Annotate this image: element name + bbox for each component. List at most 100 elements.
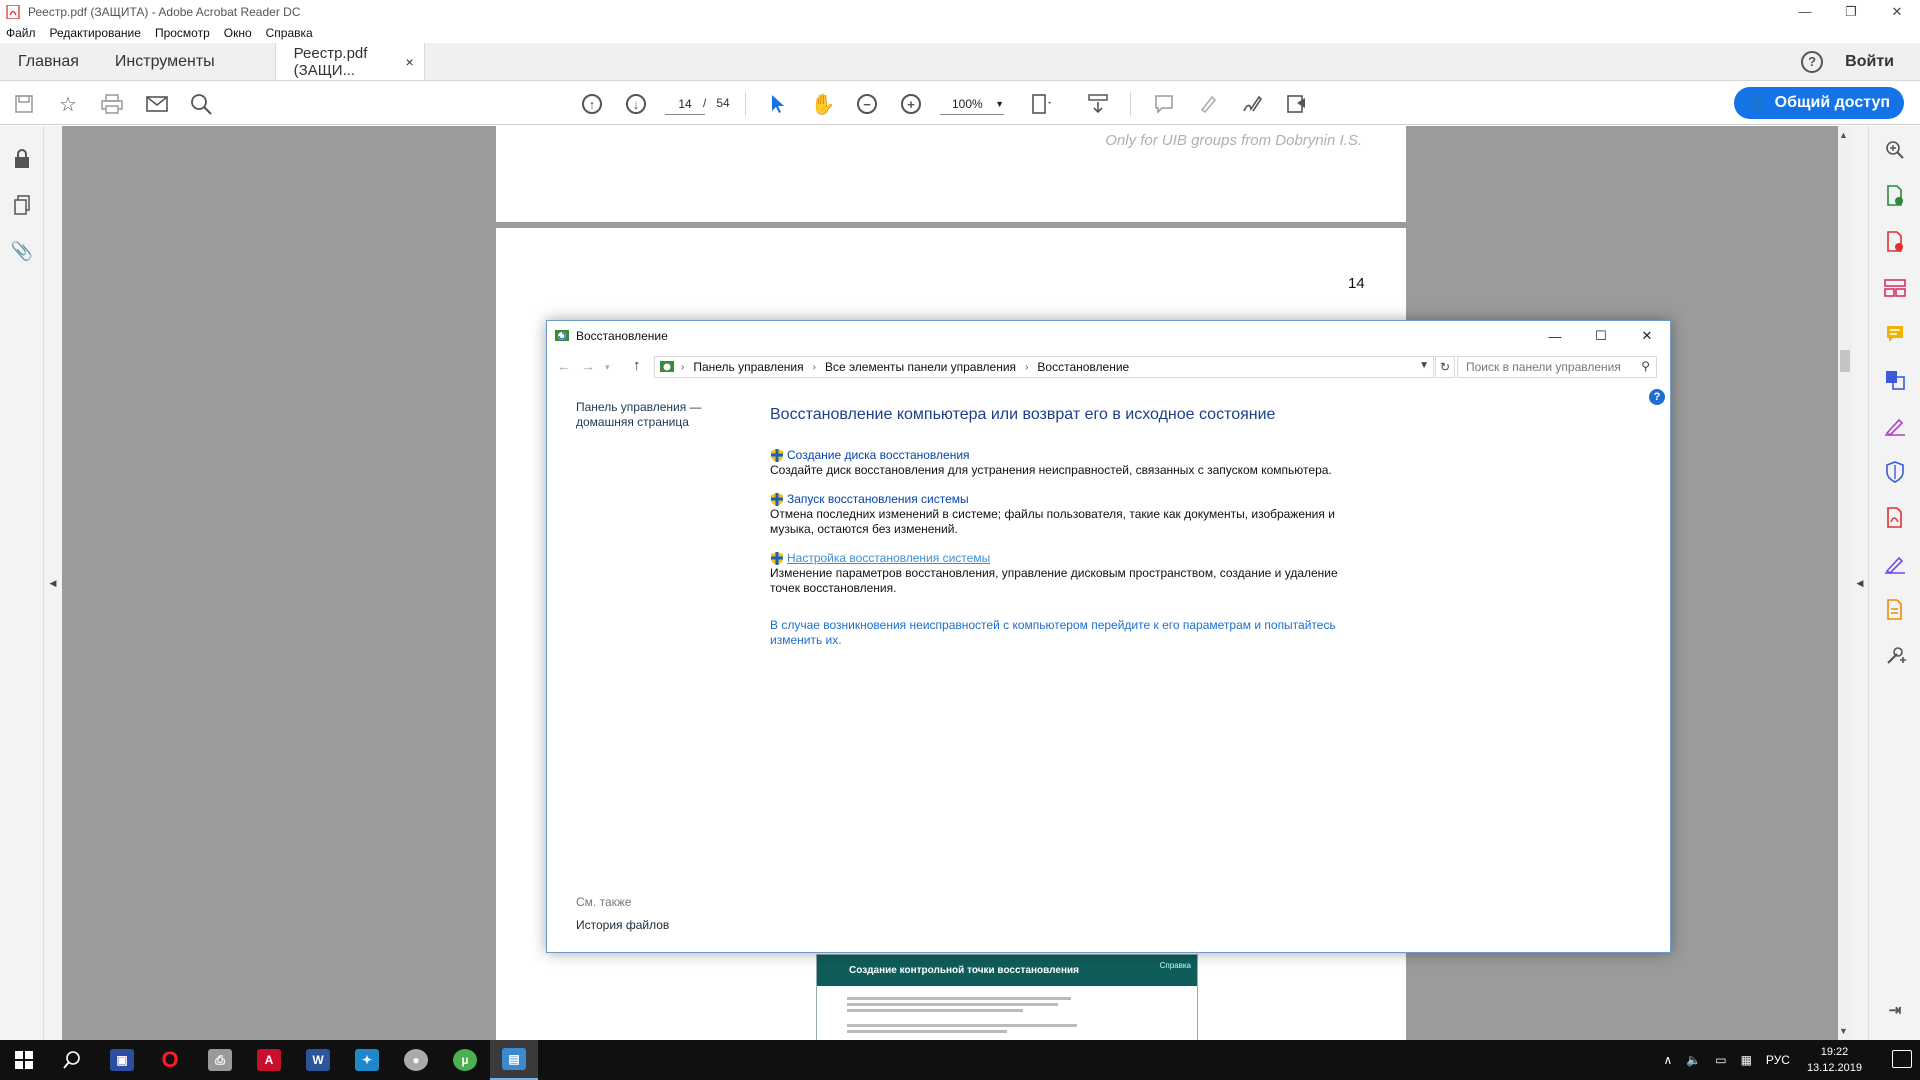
star-icon[interactable]: ☆	[56, 92, 80, 116]
media-app-icon[interactable]: ●	[392, 1040, 440, 1080]
comment-icon[interactable]	[1152, 92, 1176, 116]
network-icon[interactable]: ▦	[1741, 1053, 1752, 1067]
tab-home[interactable]: Главная	[0, 43, 97, 80]
help-icon[interactable]: ?	[1801, 50, 1824, 73]
word-icon[interactable]: W	[294, 1040, 342, 1080]
menu-help[interactable]: Справка	[266, 26, 313, 40]
breadcrumb-control-panel[interactable]: Панель управления	[693, 360, 803, 374]
translate-pdf-icon[interactable]	[1883, 368, 1907, 392]
tab-close-icon[interactable]: ×	[405, 54, 413, 70]
cp-maximize-button[interactable]: ☐	[1578, 321, 1624, 351]
control-panel-taskbar-icon[interactable]: ▤	[490, 1040, 538, 1080]
tab-tools[interactable]: Инструменты	[97, 43, 233, 80]
create-pdf-icon[interactable]	[1883, 230, 1907, 254]
recent-locations-icon[interactable]: ▾	[605, 362, 610, 373]
hand-icon[interactable]: ✋	[811, 92, 836, 116]
select-cursor-icon[interactable]	[766, 92, 790, 116]
signin-button[interactable]: Войти	[1845, 53, 1894, 71]
lock-icon[interactable]	[11, 148, 33, 170]
scroll-mode-icon[interactable]	[1086, 92, 1110, 116]
current-page-input[interactable]: 14	[665, 93, 705, 115]
chevron-down-icon[interactable]: ▼	[1419, 360, 1429, 371]
menu-edit[interactable]: Редактирование	[50, 26, 141, 40]
up-arrow-icon[interactable]: ↑	[633, 357, 641, 374]
scrollbar-thumb[interactable]	[1840, 350, 1850, 372]
breadcrumb-recovery[interactable]: Восстановление	[1037, 360, 1129, 374]
address-bar[interactable]: › Панель управления › Все элементы панел…	[654, 356, 1434, 378]
save-icon[interactable]	[12, 92, 36, 116]
tray-overflow-icon[interactable]: ∧	[1663, 1053, 1672, 1067]
share-button[interactable]: 👤 Общий доступ	[1734, 87, 1904, 119]
fit-page-icon[interactable]	[1030, 92, 1054, 116]
close-button[interactable]: ✕	[1874, 0, 1920, 23]
collapse-left-pane-icon[interactable]: ◀	[44, 126, 62, 1040]
scroll-up-icon[interactable]: ▲	[1839, 130, 1848, 140]
minimize-button[interactable]: —	[1782, 0, 1828, 23]
edit-sign-icon[interactable]	[1883, 552, 1907, 576]
highlight-icon[interactable]	[1196, 92, 1220, 116]
language-indicator[interactable]: РУС	[1766, 1053, 1790, 1067]
acrobat-taskbar-icon[interactable]: A	[245, 1040, 293, 1080]
acrobat-pdf-icon[interactable]	[1883, 506, 1907, 530]
volume-icon[interactable]: 🔈	[1686, 1053, 1701, 1067]
breadcrumb-all-items[interactable]: Все элементы панели управления	[825, 360, 1016, 374]
zoom-value: 100%	[952, 97, 983, 111]
control-panel-icon	[660, 361, 674, 372]
more-tools-add-icon[interactable]	[1883, 644, 1907, 668]
zoom-tool-icon[interactable]	[1883, 138, 1907, 162]
cp-close-button[interactable]: ✕	[1624, 321, 1670, 351]
taskbar-search-icon[interactable]	[48, 1040, 96, 1080]
notifications-icon[interactable]	[1892, 1050, 1912, 1068]
comment-tool-icon[interactable]	[1883, 322, 1907, 346]
zoom-in-icon[interactable]: +	[899, 92, 923, 116]
more-tools-icon[interactable]	[1284, 92, 1308, 116]
forward-arrow-icon[interactable]: →	[581, 358, 595, 374]
back-arrow-icon[interactable]: ←	[557, 358, 571, 374]
cp-minimize-button[interactable]: —	[1532, 321, 1578, 351]
sign-icon[interactable]	[1240, 92, 1264, 116]
page-up-icon[interactable]: ↑	[580, 92, 604, 116]
vertical-scrollbar[interactable]: ▲ ▼	[1838, 126, 1852, 1040]
collapse-right-pane-icon[interactable]: ◀	[1852, 126, 1868, 1040]
printer-app-icon[interactable]: ⎙	[196, 1040, 244, 1080]
print-icon[interactable]	[100, 92, 124, 116]
zoom-out-icon[interactable]: −	[855, 92, 879, 116]
clock-date: 13.12.2019	[1806, 1062, 1862, 1074]
mail-icon[interactable]	[145, 92, 169, 116]
opera-icon[interactable]: O	[146, 1040, 194, 1080]
configure-system-restore-link[interactable]: Настройка восстановления системы	[770, 551, 1350, 566]
cp-window-title: Восстановление	[576, 329, 668, 343]
attachment-icon[interactable]: 📎	[11, 240, 33, 262]
network-app-icon[interactable]: ✦	[343, 1040, 391, 1080]
scroll-down-icon[interactable]: ▼	[1839, 1026, 1848, 1036]
clock[interactable]: 19:22 13.12.2019	[1807, 1044, 1862, 1076]
help-icon[interactable]: ?	[1649, 389, 1665, 405]
advanced-recovery-link[interactable]: В случае возникновения неисправностей с …	[770, 618, 1340, 648]
share-button-label: Общий доступ	[1774, 94, 1891, 111]
start-windows-icon[interactable]	[0, 1040, 48, 1080]
send-for-review-icon[interactable]	[1883, 598, 1907, 622]
tab-document[interactable]: Реестр.pdf (ЗАЩИ... ×	[274, 43, 425, 80]
page-down-icon[interactable]: ↓	[624, 92, 648, 116]
fill-sign-icon[interactable]	[1883, 414, 1907, 438]
export-pdf-icon[interactable]	[1883, 184, 1907, 208]
search-icon[interactable]	[189, 92, 213, 116]
collapse-tools-icon[interactable]: ⇥	[1883, 998, 1907, 1022]
organize-pages-icon[interactable]	[1883, 276, 1907, 300]
refresh-icon[interactable]: ↻	[1435, 356, 1455, 378]
cp-home-link[interactable]: Панель управления — домашняя страница	[576, 400, 726, 430]
pages-icon[interactable]	[11, 194, 33, 216]
zoom-select[interactable]: 100% ▼	[940, 93, 1004, 115]
protect-icon[interactable]	[1883, 460, 1907, 484]
create-recovery-drive-link[interactable]: Создание диска восстановления	[770, 448, 1350, 463]
utorrent-icon[interactable]: µ	[441, 1040, 489, 1080]
open-system-restore-link[interactable]: Запуск восстановления системы	[770, 492, 1350, 507]
save-disk-app-icon[interactable]: ▣	[98, 1040, 146, 1080]
file-history-link[interactable]: История файлов	[576, 918, 669, 932]
battery-icon[interactable]: ▭	[1715, 1053, 1726, 1067]
menu-file[interactable]: Файл	[6, 26, 36, 40]
cp-search-input[interactable]: Поиск в панели управления ⚲	[1457, 356, 1657, 378]
menu-window[interactable]: Окно	[224, 26, 252, 40]
menu-view[interactable]: Просмотр	[155, 26, 210, 40]
restore-button[interactable]: ❐	[1828, 0, 1874, 23]
